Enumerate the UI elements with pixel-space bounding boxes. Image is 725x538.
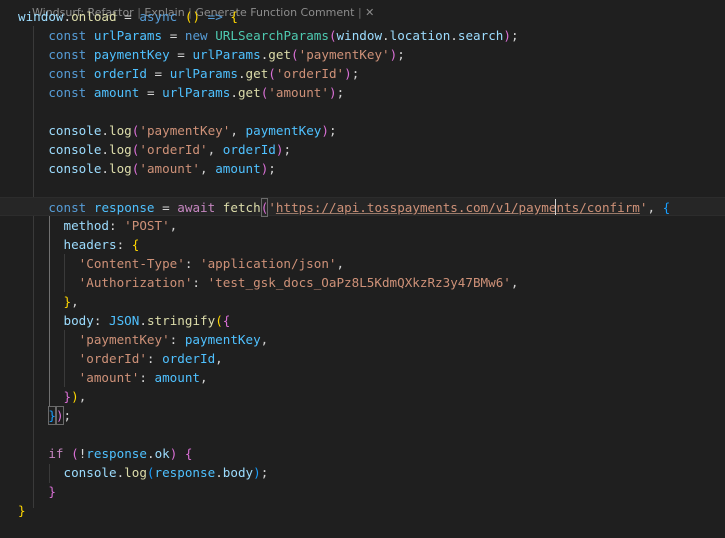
code-line-5: const amount = urlParams.get('amount'); (48, 85, 345, 100)
code-line-13: headers: { (63, 237, 140, 252)
code-editor[interactable]: Windsurf: Refactor | Explain | Generate … (0, 0, 725, 538)
code-line-25: console.log(response.body); (63, 465, 269, 480)
code-line-11-active: const response = await fetch('https://ap… (0, 197, 725, 217)
code-line-21: }), (63, 389, 87, 404)
code-line-16: }, (63, 294, 79, 309)
code-line-1: window.onload = async () => { (18, 9, 238, 24)
code-line-26: } (48, 484, 56, 499)
code-line-22: }); (48, 406, 72, 425)
code-line-2: const urlParams = new URLSearchParams(wi… (48, 28, 519, 43)
code-line-3: const paymentKey = urlParams.get('paymen… (48, 47, 405, 62)
code-line-4: const orderId = urlParams.get('orderId')… (48, 66, 360, 81)
codelens-close-icon[interactable]: ✕ (365, 6, 374, 19)
code-line-14: 'Content-Type': 'application/json', (78, 256, 345, 271)
code-line-7: console.log('paymentKey', paymentKey); (48, 123, 337, 138)
code-line-8: console.log('orderId', orderId); (48, 142, 292, 157)
code-line-24: if (!response.ok) { (48, 446, 193, 461)
code-line-12: method: 'POST', (63, 218, 178, 233)
fetch-url-link[interactable]: https://api.tosspayments.com/v1/payments… (276, 199, 640, 215)
code-line-15: 'Authorization': 'test_gsk_docs_OaPz8L5K… (78, 275, 519, 290)
code-line-27: } (18, 503, 26, 518)
code-line-17: body: JSON.stringify({ (63, 313, 231, 328)
code-line-20: 'amount': amount, (78, 370, 208, 385)
code-line-9: console.log('amount', amount); (48, 161, 276, 176)
codelens-bar: Windsurf: Refactor | Explain | Generate … (32, 6, 375, 19)
code-line-19: 'orderId': orderId, (78, 351, 223, 366)
code-line-18: 'paymentKey': paymentKey, (78, 332, 269, 347)
